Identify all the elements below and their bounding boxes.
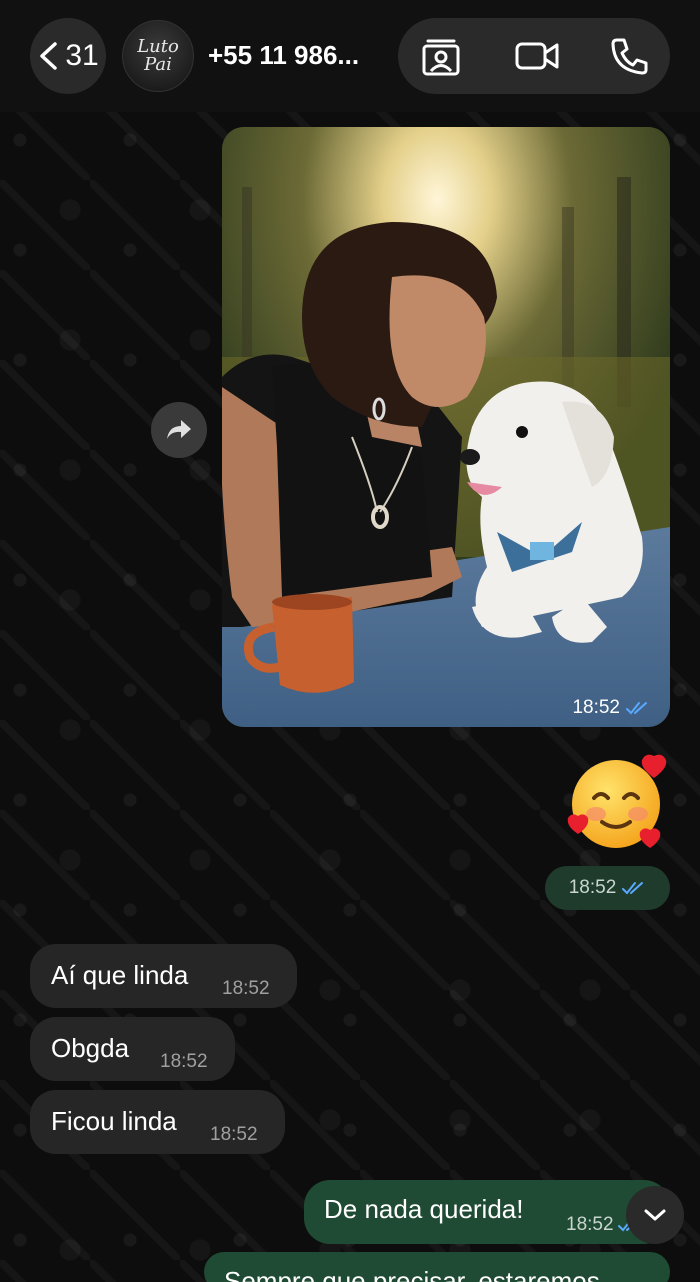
image-message[interactable]: 18:52: [222, 127, 670, 727]
contact-name[interactable]: +55 11 986...: [208, 40, 359, 71]
incoming-message[interactable]: Ficou linda 18:52: [30, 1090, 285, 1154]
forward-button[interactable]: [151, 402, 207, 458]
chat-header: 31 Luto Pai +55 11 986...: [0, 0, 700, 112]
message-text: Aí que linda: [51, 960, 189, 990]
chevron-down-icon: [644, 1209, 666, 1221]
image-message-time: 18:52: [572, 697, 650, 719]
message-time: 18:52: [160, 1051, 208, 1072]
chevron-left-icon: [40, 42, 58, 70]
contact-card-icon[interactable]: [420, 36, 462, 76]
incoming-message[interactable]: Obgda 18:52: [30, 1017, 235, 1081]
phone-icon[interactable]: [608, 36, 650, 76]
message-time: 18:52: [222, 978, 270, 999]
emoji-message-time: 18:52: [545, 866, 670, 910]
outgoing-message[interactable]: De nada querida! 18:52: [304, 1180, 670, 1244]
avatar-text-line2: Pai: [144, 54, 172, 75]
double-check-read-icon: [626, 702, 647, 715]
emoji-message[interactable]: [566, 752, 670, 856]
avatar[interactable]: Luto Pai: [122, 20, 194, 92]
unread-count: 31: [65, 39, 99, 72]
outgoing-message[interactable]: Sempre que precisar, estaremos: [204, 1252, 670, 1282]
call-actions: [398, 18, 670, 94]
smiling-face-with-hearts-icon: [567, 754, 667, 848]
forward-arrow-icon: [167, 420, 191, 439]
message-time: 18:52: [210, 1124, 258, 1145]
message-text: Sempre que precisar, estaremos: [224, 1266, 600, 1282]
message-text: Obgda: [51, 1033, 130, 1063]
back-button[interactable]: 31: [30, 18, 106, 94]
video-call-icon[interactable]: [514, 36, 560, 76]
message-text: De nada querida!: [324, 1194, 524, 1224]
double-check-read-icon: [622, 882, 644, 895]
photo-woman-dog: [222, 127, 670, 727]
message-text: Ficou linda: [51, 1106, 177, 1136]
incoming-message[interactable]: Aí que linda 18:52: [30, 944, 297, 1008]
scroll-to-bottom-button[interactable]: [626, 1186, 684, 1244]
